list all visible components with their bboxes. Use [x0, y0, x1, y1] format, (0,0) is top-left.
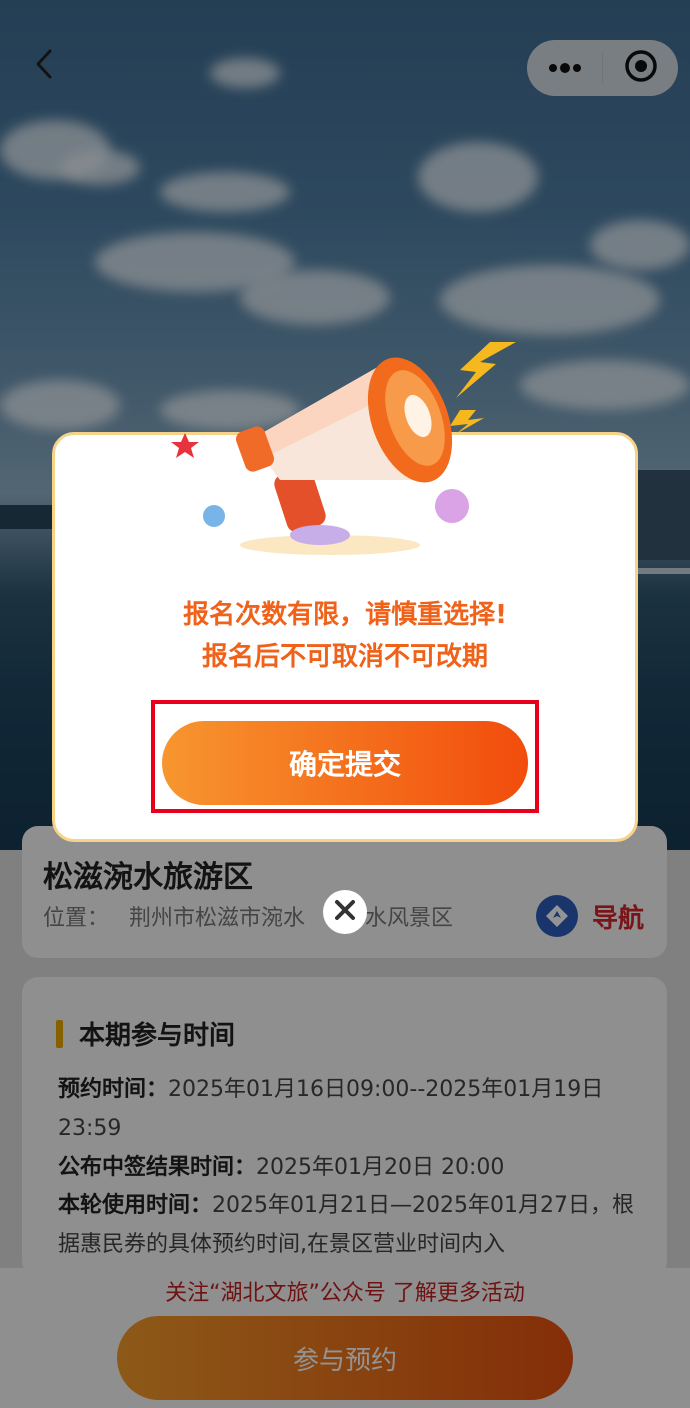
- megaphone-icon: [160, 330, 540, 560]
- warning-message-line2: 报名后不可取消不可改期: [201, 642, 488, 672]
- close-x-icon: [334, 899, 356, 925]
- warning-message-line1: 报名次数有限，请慎重选择!: [183, 600, 507, 630]
- confirm-submit-button[interactable]: 确定提交: [162, 721, 528, 805]
- close-dialog-button[interactable]: [323, 890, 367, 934]
